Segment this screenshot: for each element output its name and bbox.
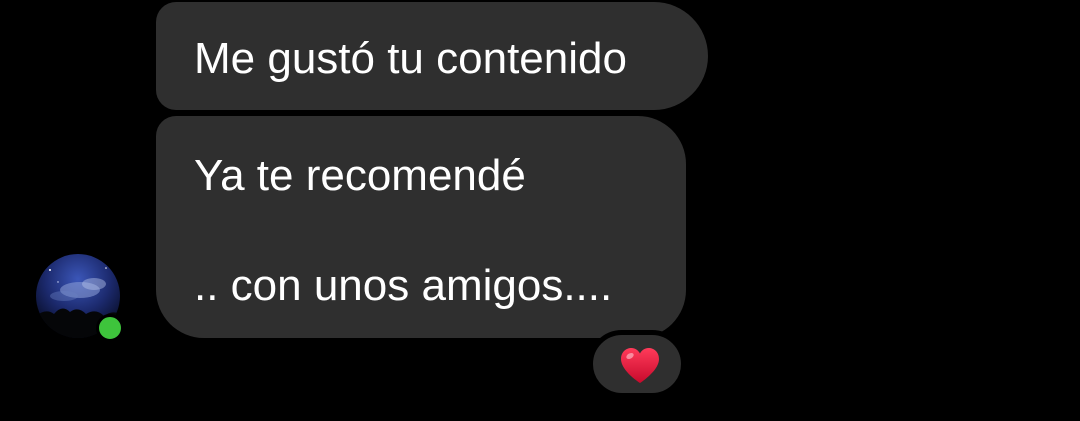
message-text: Ya te recomendé	[194, 151, 526, 200]
reaction-badge[interactable]	[588, 330, 686, 398]
message-bubble[interactable]: Ya te recomendé .. con unos amigos....	[156, 116, 686, 338]
message-bubble[interactable]: Me gustó tu contenido	[156, 2, 708, 110]
message-text: Me gustó tu contenido	[194, 34, 627, 83]
online-status-indicator	[96, 314, 124, 342]
red-heart-icon	[621, 348, 659, 383]
message-text: .. con unos amigos....	[194, 261, 613, 310]
